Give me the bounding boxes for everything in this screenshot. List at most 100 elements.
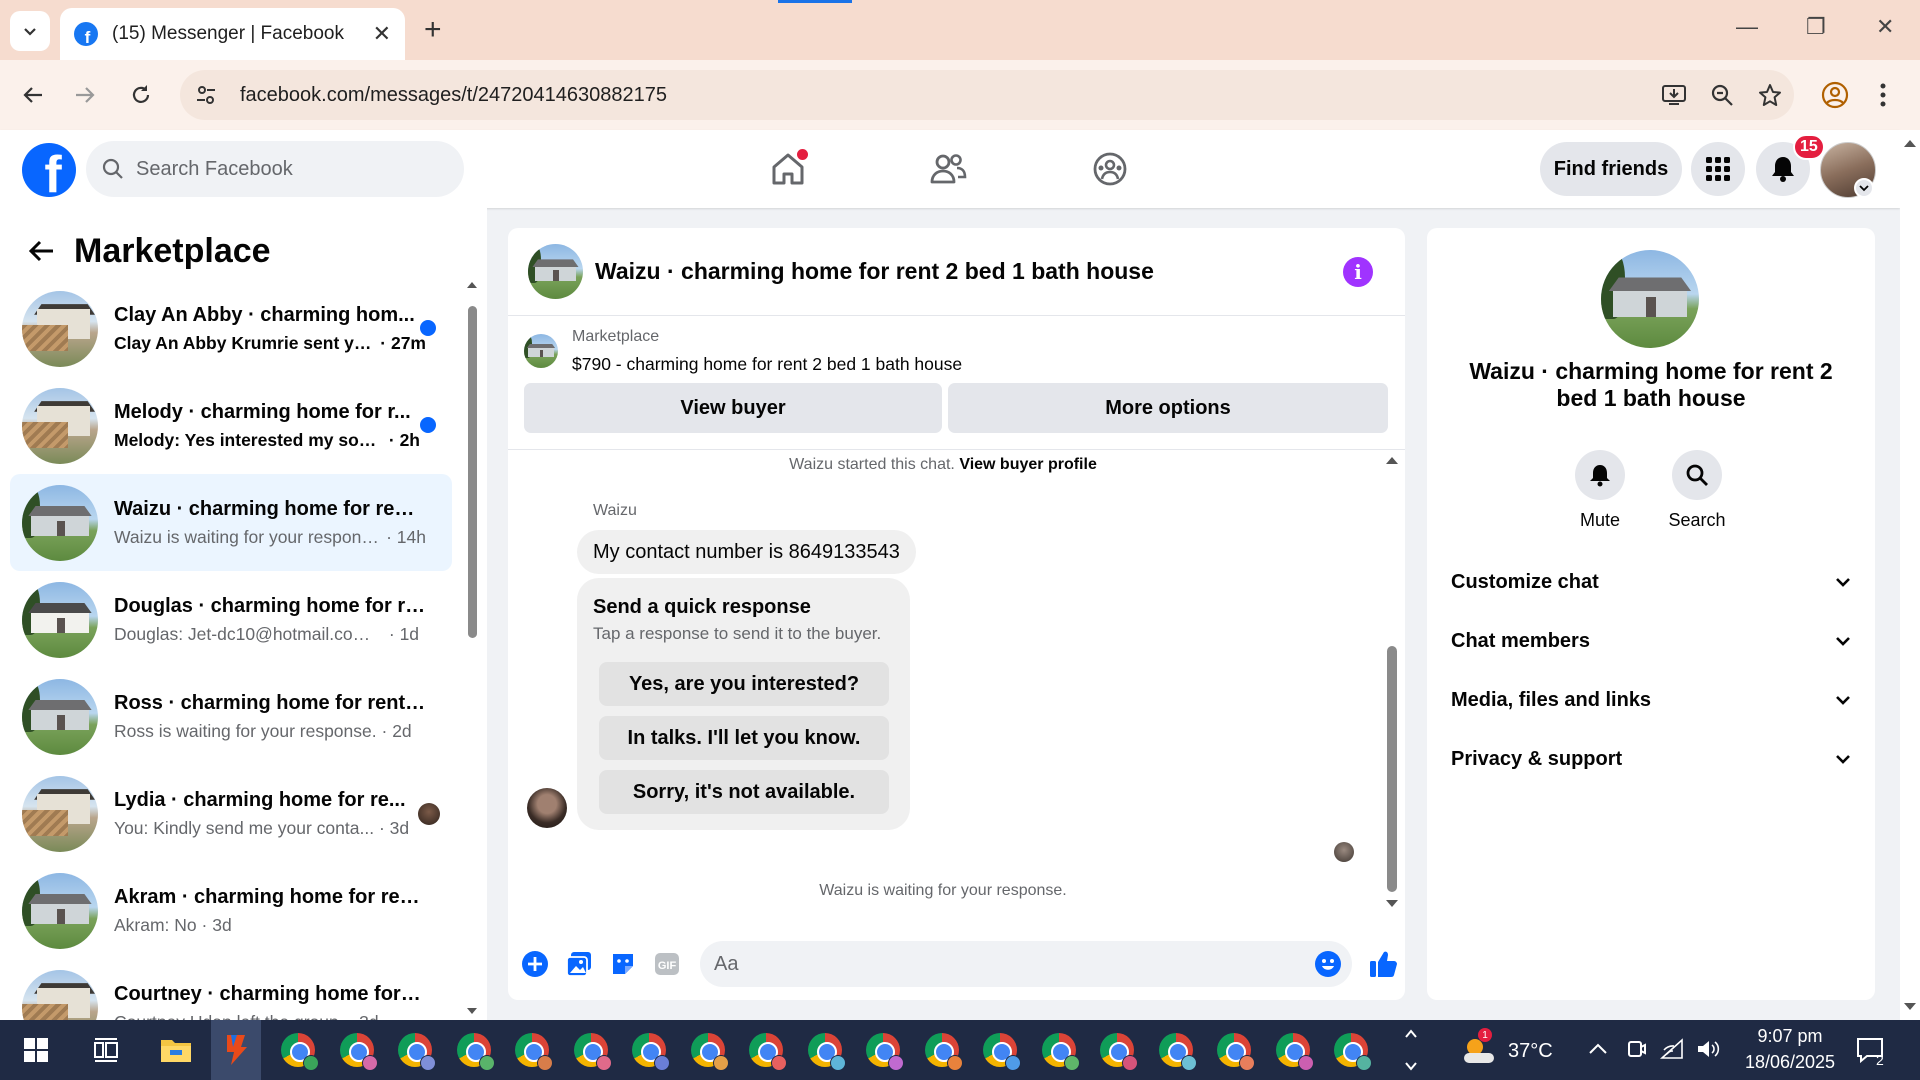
temperature-text[interactable]: 37°C	[1508, 1040, 1553, 1063]
chrome-window-icon[interactable]	[395, 1030, 436, 1071]
chat-scrollbar[interactable]	[1384, 450, 1400, 914]
message-input-box[interactable]	[700, 941, 1352, 987]
minimize-window-button[interactable]: —	[1736, 14, 1758, 40]
back-button[interactable]	[18, 80, 48, 110]
chat-listing-thumbnail[interactable]	[528, 244, 583, 299]
browser-menu-icon[interactable]	[1878, 80, 1888, 110]
facebook-search-box[interactable]	[86, 141, 464, 197]
chrome-window-icon[interactable]	[688, 1030, 729, 1071]
chrome-window-icon[interactable]	[1331, 1030, 1372, 1071]
sidebar-scrollbar[interactable]	[466, 280, 478, 1020]
chrome-window-icon[interactable]	[805, 1030, 846, 1071]
network-icon[interactable]	[1660, 1038, 1684, 1060]
conversation-item[interactable]: Clay An Abby · charming hom... Clay An Ab…	[10, 280, 452, 377]
chrome-window-icon[interactable]	[571, 1030, 612, 1071]
scroll-up-arrow-icon[interactable]	[466, 280, 478, 290]
listing-price-title[interactable]: $790 - charming home for rent 2 bed 1 ba…	[572, 354, 962, 375]
chrome-window-icon[interactable]	[337, 1030, 378, 1071]
view-buyer-button[interactable]: View buyer	[524, 383, 942, 433]
file-explorer-icon[interactable]	[156, 1030, 196, 1070]
bookmark-star-icon[interactable]	[1746, 83, 1794, 107]
conversation-item[interactable]: Waizu · charming home for rent... Waizu i…	[10, 474, 452, 571]
nav-groups-button[interactable]	[1088, 147, 1132, 191]
install-app-icon[interactable]	[1650, 83, 1698, 107]
scroll-down-arrow-icon[interactable]	[1384, 898, 1400, 910]
close-tab-icon[interactable]: ✕	[373, 21, 391, 47]
menu-button[interactable]	[1691, 142, 1745, 196]
search-conversation-button[interactable]: Search	[1657, 450, 1737, 531]
chrome-window-icon[interactable]	[278, 1030, 319, 1071]
conversation-item[interactable]: Lydia · charming home for re... You: Kind…	[10, 765, 452, 862]
attach-photo-icon[interactable]	[562, 947, 596, 981]
details-listing-thumbnail[interactable]	[1601, 250, 1699, 348]
reload-button[interactable]	[126, 80, 156, 110]
volume-icon[interactable]	[1696, 1038, 1720, 1060]
send-like-icon[interactable]	[1366, 947, 1400, 981]
chrome-window-icon[interactable]	[454, 1030, 495, 1071]
new-tab-button[interactable]: +	[424, 13, 442, 47]
meet-now-icon[interactable]	[1626, 1038, 1646, 1060]
conversation-item[interactable]: Douglas · charming home for re... Douglas…	[10, 571, 452, 668]
scroll-up-arrow-icon[interactable]	[1384, 454, 1400, 466]
chrome-window-icon[interactable]	[1097, 1030, 1138, 1071]
forward-button[interactable]	[70, 80, 100, 110]
message-input[interactable]	[714, 952, 1274, 976]
chat-members-section[interactable]: Chat members	[1435, 612, 1867, 670]
chrome-window-icon[interactable]	[1273, 1030, 1314, 1071]
notification-center-icon[interactable]	[1850, 1030, 1890, 1070]
show-hidden-icons-icon[interactable]	[1588, 1042, 1608, 1056]
conversation-item[interactable]: Courtney · charming home for r... Courtne…	[10, 959, 452, 1020]
customize-chat-section[interactable]: Customize chat	[1435, 553, 1867, 611]
scroll-up-arrow-icon[interactable]	[1900, 136, 1920, 150]
chat-title[interactable]: Waizu · charming home for rent 2 bed 1 b…	[595, 258, 1343, 285]
chrome-window-icon[interactable]	[1156, 1030, 1197, 1071]
account-menu-chevron-icon[interactable]	[1854, 178, 1874, 198]
scroll-down-arrow-icon[interactable]	[1900, 1000, 1920, 1014]
listing-thumbnail[interactable]	[524, 334, 558, 368]
chrome-window-icon[interactable]	[1214, 1030, 1255, 1071]
close-window-button[interactable]: ✕	[1876, 14, 1894, 40]
more-actions-plus-icon[interactable]	[518, 947, 552, 981]
chrome-window-icon[interactable]	[746, 1030, 787, 1071]
quick-reply-interested-button[interactable]: Yes, are you interested?	[599, 662, 889, 706]
find-friends-button[interactable]: Find friends	[1540, 142, 1682, 196]
pinned-app-icon[interactable]	[216, 1030, 256, 1070]
restore-window-button[interactable]: ❐	[1806, 14, 1826, 40]
chrome-window-icon[interactable]	[922, 1030, 963, 1071]
profile-account-icon[interactable]	[1820, 80, 1850, 110]
conversation-info-icon[interactable]: i	[1343, 256, 1373, 287]
quick-reply-not-available-button[interactable]: Sorry, it's not available.	[599, 770, 889, 814]
gif-icon[interactable]: GIF	[650, 947, 684, 981]
address-bar[interactable]: facebook.com/messages/t/2472041463088217…	[180, 70, 1794, 120]
chrome-window-icon[interactable]	[512, 1030, 553, 1071]
more-options-button[interactable]: More options	[948, 383, 1388, 433]
chrome-window-icon[interactable]	[629, 1030, 670, 1071]
conversation-item[interactable]: Ross · charming home for rent 2... Ross i…	[10, 668, 452, 765]
mute-button[interactable]: Mute	[1560, 450, 1640, 531]
nav-friends-button[interactable]	[926, 147, 970, 191]
nav-home-button[interactable]	[766, 147, 810, 191]
view-buyer-profile-link[interactable]: View buyer profile	[959, 456, 1097, 473]
conversation-item[interactable]: Akram · charming home for ren... Akram: N…	[10, 862, 452, 959]
facebook-logo-icon[interactable]: f	[22, 143, 76, 197]
clock-time[interactable]: 9:07 pm	[1748, 1026, 1832, 1047]
chrome-window-icon[interactable]	[980, 1030, 1021, 1071]
taskbar-scroll-up-icon[interactable]	[1404, 1028, 1418, 1040]
scroll-down-arrow-icon[interactable]	[466, 1006, 478, 1016]
chrome-window-icon[interactable]	[1039, 1030, 1080, 1071]
windows-start-icon[interactable]	[16, 1030, 56, 1070]
facebook-search-input[interactable]	[136, 157, 436, 181]
quick-reply-in-talks-button[interactable]: In talks. I'll let you know.	[599, 716, 889, 760]
incoming-message-bubble[interactable]: My contact number is 8649133543	[577, 530, 916, 574]
sidebar-scrollbar-thumb[interactable]	[468, 306, 477, 638]
task-view-icon[interactable]	[86, 1030, 126, 1070]
sticker-icon[interactable]	[606, 947, 640, 981]
sender-avatar[interactable]	[527, 788, 567, 828]
site-info-icon[interactable]	[184, 73, 228, 117]
clock-date[interactable]: 18/06/2025	[1728, 1052, 1852, 1073]
media-files-links-section[interactable]: Media, files and links	[1435, 671, 1867, 729]
sidebar-back-button[interactable]	[20, 229, 64, 273]
tab-search-button[interactable]	[10, 11, 50, 51]
conversation-item[interactable]: Melody · charming home for r... Melody: Y…	[10, 377, 452, 474]
url-text[interactable]: facebook.com/messages/t/2472041463088217…	[240, 84, 1650, 107]
